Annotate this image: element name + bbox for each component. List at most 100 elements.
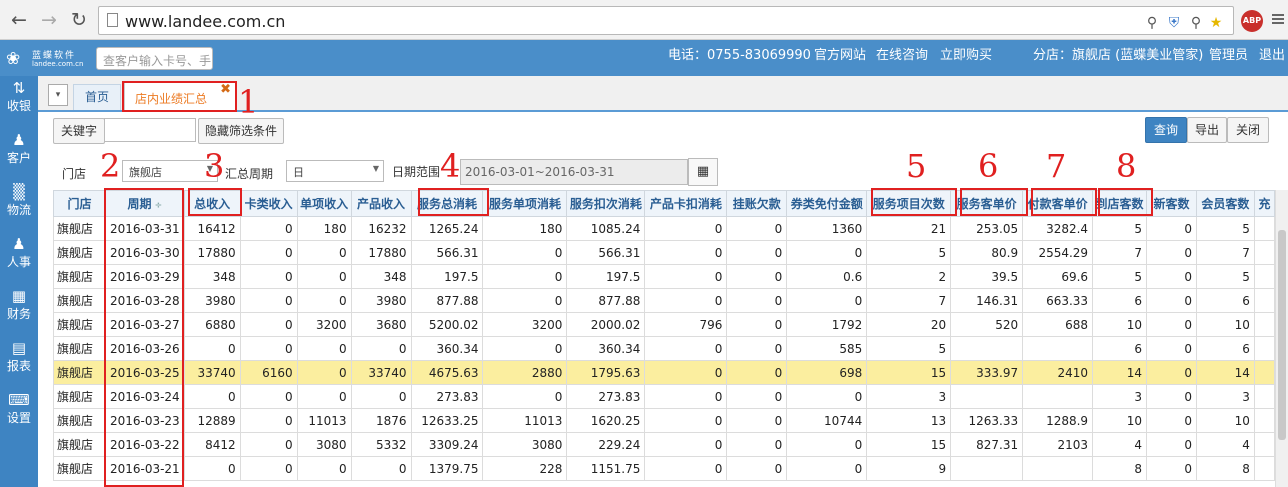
column-header[interactable]: 门店 [53, 190, 106, 217]
buy-now-link[interactable]: 立即购买 [940, 44, 992, 63]
sidebar-item-staff[interactable]: ♟ 人事 [0, 232, 38, 284]
logout-link[interactable]: 退出 [1259, 44, 1285, 63]
table-cell: 1379.75 [410, 456, 484, 481]
performance-table: 门店 周期 ÷ 总收入 卡类收入 单项收入 产品收入 服务总消耗 服务单项消耗 服务扣次消耗 产品… [53, 190, 1275, 481]
column-header[interactable]: 服务客单价 [950, 190, 1024, 217]
tab-store-performance[interactable]: 店内业绩汇总 ✖ [124, 82, 236, 112]
shield-icon[interactable]: ⛨ [1165, 14, 1183, 32]
date-range-input[interactable]: 2016-03-01~2016-03-31 [460, 159, 688, 185]
scrollbar-thumb[interactable] [1278, 230, 1286, 440]
reload-icon[interactable]: ↻ [68, 8, 90, 32]
sidebar-item-settings[interactable]: ⌨ 设置 [0, 388, 38, 440]
table-row[interactable]: 旗舰店 2016-03-26 0 0 0 0 360.34 0 360.34 0 0 585 5 6 0 6 [53, 336, 1275, 361]
table-cell: 3980 [350, 288, 412, 313]
calendar-icon[interactable]: ▦ [688, 158, 718, 186]
phone-text: 电话：0755-83069990 [668, 48, 811, 63]
table-cell: 0.6 [786, 264, 868, 289]
column-header[interactable]: 会员客数 [1195, 190, 1255, 217]
vertical-scrollbar[interactable] [1275, 190, 1288, 487]
table-cell: 0 [239, 408, 298, 433]
admin-link[interactable]: 管理员 [1209, 44, 1248, 63]
keyword-input[interactable] [104, 118, 196, 142]
query-button[interactable]: 查询 [1145, 117, 1187, 143]
column-header[interactable]: 挂账欠款 [726, 190, 788, 217]
table-cell [1253, 360, 1275, 385]
key-icon[interactable]: ⚲ [1187, 14, 1205, 32]
browser-menu-icon[interactable] [1272, 12, 1284, 28]
table-cell: 5 [866, 240, 952, 265]
customer-search-input[interactable]: 查客户输入卡号、手 [96, 47, 213, 70]
back-arrow-icon[interactable]: ← [8, 8, 30, 32]
table-cell: 360.34 [410, 336, 484, 361]
column-header[interactable]: 服务总消耗 [410, 190, 484, 217]
table-row[interactable]: 旗舰店 2016-03-30 17880 0 0 17880 566.31 0 566.31 0 0… [53, 240, 1275, 265]
table-cell [1253, 456, 1275, 481]
forward-arrow-icon[interactable]: → [38, 8, 60, 32]
sidebar-item-customer[interactable]: ♟ 客户 [0, 128, 38, 180]
table-cell: 旗舰店 [53, 288, 106, 313]
table-cell: 2016-03-26 [104, 336, 185, 361]
column-header[interactable]: 到店客数 [1092, 190, 1148, 217]
close-tab-icon[interactable]: ✖ [220, 82, 231, 97]
table-cell: 1792 [786, 312, 868, 337]
column-header[interactable]: 充 [1253, 190, 1275, 217]
table-row[interactable]: 旗舰店 2016-03-22 8412 0 3080 5332 3309.24 3080 229… [53, 432, 1275, 457]
table-row[interactable]: 旗舰店 2016-03-27 6880 0 3200 3680 5200.02 3200 200… [53, 312, 1275, 337]
column-header[interactable]: 服务扣次消耗 [566, 190, 646, 217]
export-button[interactable]: 导出 [1187, 117, 1227, 143]
bookmark-star-icon[interactable]: ★ [1207, 14, 1225, 32]
hide-filter-button[interactable]: 隐藏筛选条件 [198, 118, 284, 144]
table-cell: 0 [644, 360, 728, 385]
settings-icon: ⌨ [8, 391, 30, 409]
table-cell: 0 [183, 384, 241, 409]
table-cell: 16412 [183, 216, 241, 241]
table-cell: 0 [1146, 432, 1197, 457]
table-row[interactable]: 旗舰店 2016-03-24 0 0 0 0 273.83 0 273.83 0 0 0 3 3 0 3 [53, 384, 1275, 409]
table-row[interactable]: 旗舰店 2016-03-29 348 0 0 348 197.5 0 197.5 0 0 0.6 2 39… [53, 264, 1275, 289]
table-cell: 9 [866, 456, 952, 481]
table-row[interactable]: 旗舰店 2016-03-21 0 0 0 0 1379.75 228 1151.75 0 0 0 9 8 0… [53, 456, 1275, 481]
table-row[interactable]: 旗舰店 2016-03-25 33740 6160 0 33740 4675.63 2880 1… [53, 360, 1275, 385]
column-header[interactable]: 卡类收入 [239, 190, 298, 217]
column-header[interactable]: 服务单项消耗 [482, 190, 568, 217]
sort-icon[interactable]: ÷ [151, 201, 163, 211]
period-select[interactable]: 日 ▼ [286, 160, 384, 182]
table-cell: 3 [1092, 384, 1148, 409]
table-cell: 6 [1092, 336, 1148, 361]
table-cell [1253, 240, 1275, 265]
close-button[interactable]: 关闭 [1227, 117, 1269, 143]
adblock-icon[interactable]: ABP [1241, 10, 1263, 32]
table-cell: 13 [866, 408, 952, 433]
table-cell: 1263.33 [950, 408, 1024, 433]
column-header[interactable]: 产品卡扣消耗 [644, 190, 728, 217]
official-site-link[interactable]: 官方网站 [814, 44, 866, 63]
column-header[interactable]: 总收入 [183, 190, 241, 217]
tab-menu-toggle[interactable]: ▾ [48, 84, 68, 106]
column-header[interactable]: 新客数 [1146, 190, 1197, 217]
address-bar[interactable]: www.landee.com.cn ⚲ ⛨ ⚲ ★ [98, 6, 1234, 35]
table-row[interactable]: 旗舰店 2016-03-31 16412 0 180 16232 1265.24 180 108… [53, 216, 1275, 241]
table-row[interactable]: 旗舰店 2016-03-28 3980 0 0 3980 877.88 0 877.88 0 0 0 7… [53, 288, 1275, 313]
column-header[interactable]: 产品收入 [350, 190, 412, 217]
column-header[interactable]: 单项收入 [296, 190, 352, 217]
table-cell: 10744 [786, 408, 868, 433]
column-header[interactable]: 周期 ÷ [104, 190, 185, 217]
column-header[interactable]: 券类免付金额 [786, 190, 868, 217]
table-cell: 348 [183, 264, 241, 289]
sidebar-item-cashier[interactable]: ⇅ 收银 [0, 76, 38, 128]
tab-home[interactable]: 首页 [73, 84, 121, 110]
column-header[interactable]: 付款客单价 [1022, 190, 1094, 217]
table-cell: 0 [350, 384, 412, 409]
table-cell [1253, 432, 1275, 457]
table-cell: 旗舰店 [53, 456, 106, 481]
table-cell: 0 [644, 336, 728, 361]
table-cell: 2016-03-22 [104, 432, 185, 457]
sidebar-item-logistics[interactable]: ▒ 物流 [0, 180, 38, 232]
sidebar-item-report[interactable]: ▤ 报表 [0, 336, 38, 388]
table-row[interactable]: 旗舰店 2016-03-23 12889 0 11013 1876 12633.25 1101… [53, 408, 1275, 433]
column-header[interactable]: 服务项目次数 [866, 190, 952, 217]
sidebar-item-finance[interactable]: ▦ 财务 [0, 284, 38, 336]
zoom-icon[interactable]: ⚲ [1143, 14, 1161, 32]
table-cell: 348 [350, 264, 412, 289]
online-consult-link[interactable]: 在线咨询 [876, 44, 928, 63]
